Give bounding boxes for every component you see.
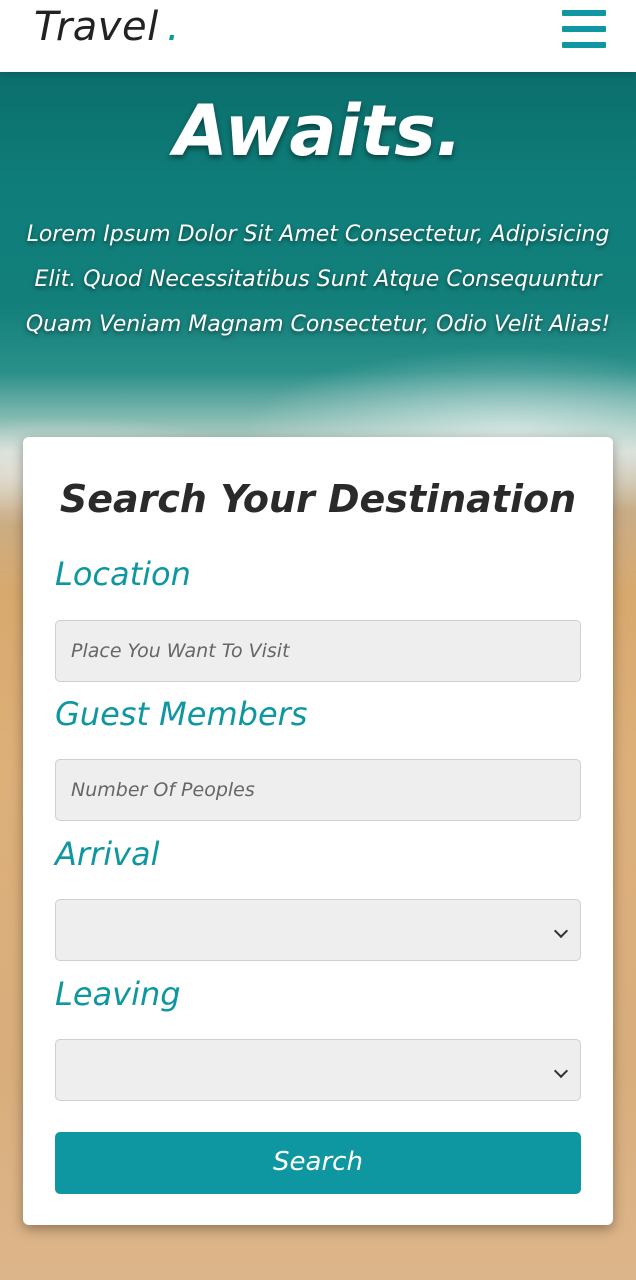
hero-title: Awaits. — [173, 90, 463, 172]
hamburger-menu-icon[interactable] — [562, 10, 606, 48]
guest-members-label: Guest Members — [55, 695, 308, 733]
leaving-select[interactable] — [55, 1039, 581, 1101]
site-header: Travel. — [0, 0, 636, 72]
guest-members-input[interactable] — [56, 760, 580, 820]
location-field — [55, 620, 581, 682]
arrival-label: Arrival — [55, 835, 160, 873]
logo-dot: . — [166, 4, 180, 50]
site-logo[interactable]: Travel. — [34, 4, 180, 50]
chevron-down-icon — [553, 923, 569, 939]
chevron-down-icon — [553, 1063, 569, 1079]
guest-members-field — [55, 759, 581, 821]
location-label: Location — [55, 555, 191, 593]
search-card-title: Search Your Destination — [59, 477, 577, 521]
leaving-label: Leaving — [55, 975, 181, 1013]
location-input[interactable] — [56, 621, 580, 681]
logo-text: Travel — [34, 4, 159, 50]
search-button[interactable]: Search — [55, 1132, 581, 1194]
arrival-select[interactable] — [55, 899, 581, 961]
hero-description: Lorem Ipsum Dolor Sit Amet Consectetur, … — [25, 222, 611, 337]
search-card: Search Your Destination Location Guest M… — [23, 437, 613, 1225]
